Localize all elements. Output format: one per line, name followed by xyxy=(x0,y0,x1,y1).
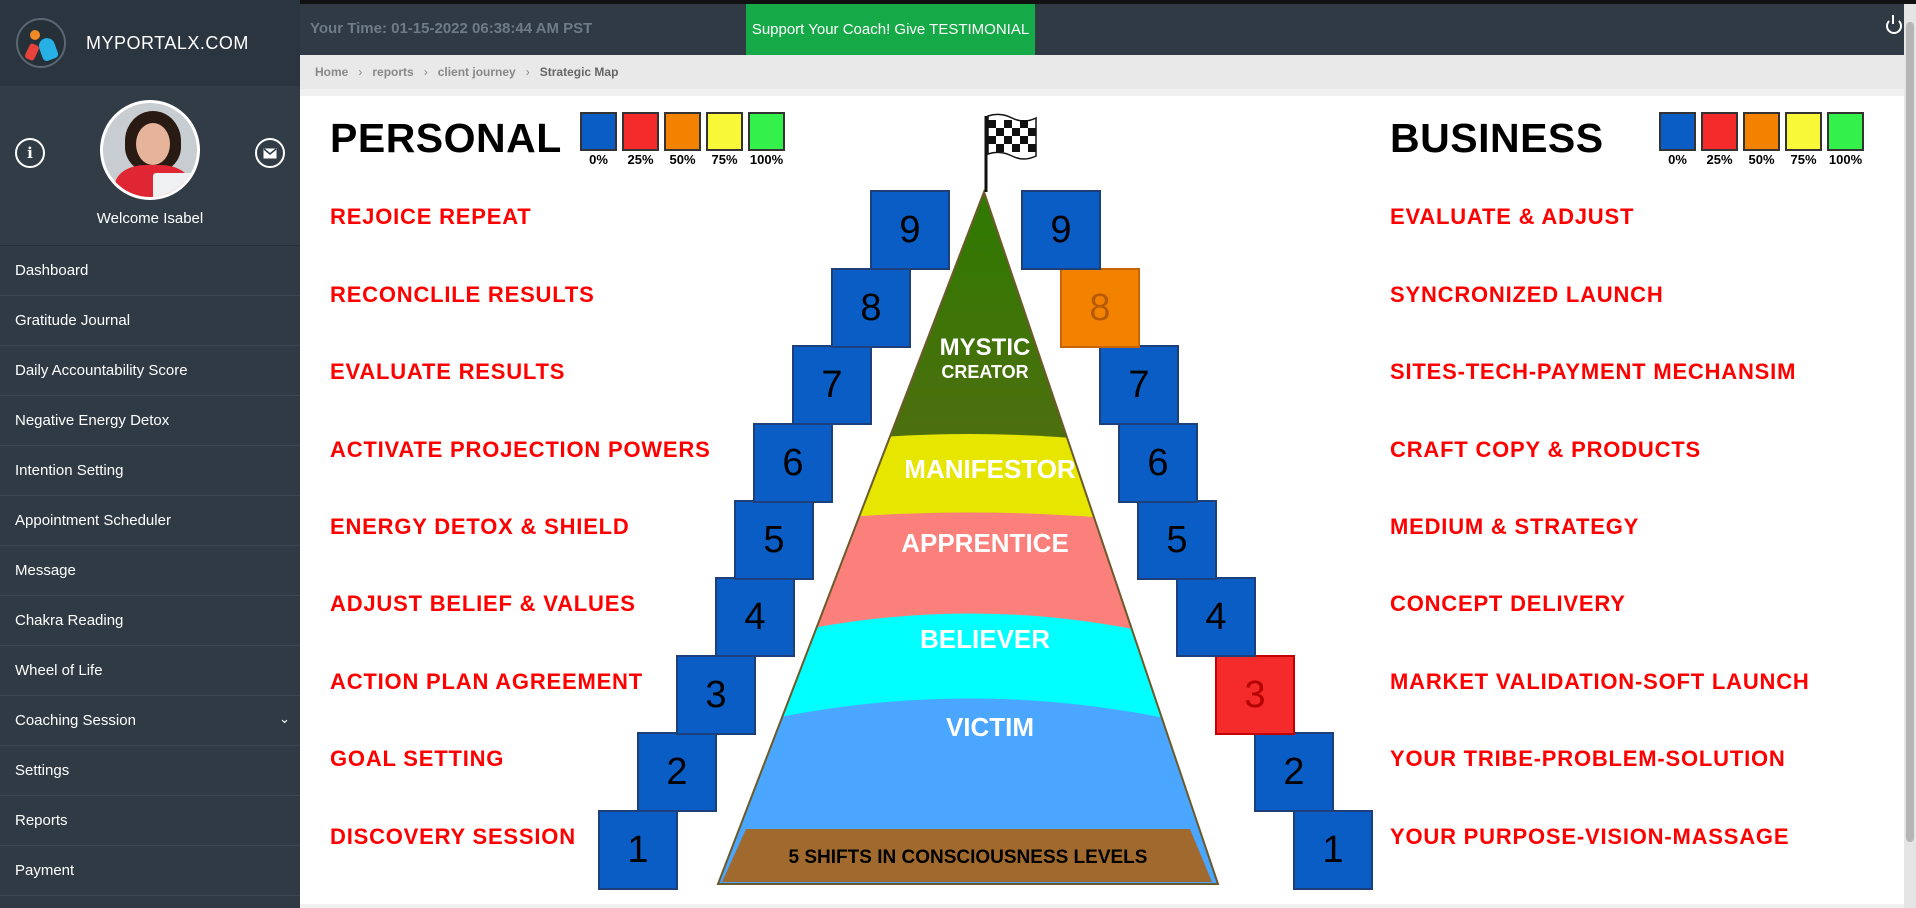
business-step-label: CONCEPT DELIVERY xyxy=(1390,591,1626,616)
business-step-label: MEDIUM & STRATEGY xyxy=(1390,514,1640,539)
testimonial-button[interactable]: Support Your Coach! Give TESTIMONIAL xyxy=(746,4,1035,55)
sidebar-item-message[interactable]: Message xyxy=(0,546,300,596)
sidebar-item-chakra-reading[interactable]: Chakra Reading xyxy=(0,596,300,646)
business-step-box[interactable]: 1 xyxy=(1293,810,1373,890)
personal-step-label: REJOICE REPEAT xyxy=(330,204,532,229)
avatar xyxy=(100,100,200,200)
personal-step-box[interactable]: 6 xyxy=(753,423,833,503)
breadcrumb-separator-icon: › xyxy=(423,65,428,79)
business-step-label: EVALUATE & ADJUST xyxy=(1390,204,1635,229)
business-step-label: CRAFT COPY & PRODUCTS xyxy=(1390,437,1701,462)
personal-step-label: RECONCLILE RESULTS xyxy=(330,282,595,307)
sidebar-item-negative-energy-detox[interactable]: Negative Energy Detox xyxy=(0,396,300,446)
level-apprentice: APPRENTICE xyxy=(901,528,1069,558)
business-step-label: SITES-TECH-PAYMENT MECHANSIM xyxy=(1390,359,1797,384)
business-step-box[interactable]: 8 xyxy=(1060,268,1140,348)
level-manifestor: MANIFESTOR xyxy=(904,454,1076,484)
sidebar-item-appointment-scheduler[interactable]: Appointment Scheduler xyxy=(0,496,300,546)
top-bar: Your Time: 01-15-2022 06:38:44 AM PST Su… xyxy=(300,4,1916,55)
personal-step-box[interactable]: 5 xyxy=(734,500,814,580)
sidebar-item-dashboard[interactable]: Dashboard xyxy=(0,246,300,296)
breadcrumb-client-journey[interactable]: client journey xyxy=(438,65,516,79)
sidebar-item-wheel-of-life[interactable]: Wheel of Life xyxy=(0,646,300,696)
chevron-down-icon: ⌄ xyxy=(279,711,290,726)
mail-icon[interactable] xyxy=(255,138,285,168)
power-icon[interactable] xyxy=(1886,15,1902,34)
scrollbar-thumb[interactable] xyxy=(1906,22,1914,842)
sidebar-item-daily-accountability-score[interactable]: Daily Accountability Score xyxy=(0,346,300,396)
level-believer: BELIEVER xyxy=(919,624,1051,654)
strategic-map: PERSONAL 0% 25% 50% 75% 100% BUSINESS 0% 25% 5… xyxy=(300,96,1904,904)
business-step-label: YOUR PURPOSE-VISION-MASSAGE xyxy=(1390,824,1790,849)
business-step-label: MARKET VALIDATION-SOFT LAUNCH xyxy=(1390,669,1810,694)
consciousness-pyramid xyxy=(716,113,1220,885)
business-step-box[interactable]: 4 xyxy=(1176,577,1256,657)
personal-step-box[interactable]: 3 xyxy=(676,655,756,735)
personal-step-label: EVALUATE RESULTS xyxy=(330,359,566,384)
breadcrumb-separator-icon: › xyxy=(525,65,530,79)
personal-step-box[interactable]: 2 xyxy=(637,732,717,812)
sidebar-item-gratitude-journal[interactable]: Gratitude Journal xyxy=(0,296,300,346)
checkered-flag-icon xyxy=(987,113,1037,160)
personal-step-label: DISCOVERY SESSION xyxy=(330,824,576,849)
info-icon[interactable]: i xyxy=(15,138,45,168)
personal-step-label: ACTION PLAN AGREEMENT xyxy=(330,669,643,694)
sidebar-item-payment[interactable]: Payment xyxy=(0,846,300,896)
sidebar-item-reports[interactable]: Reports xyxy=(0,796,300,846)
pyramid-base-label: 5 SHIFTS IN CONSCIOUSNESS LEVELS xyxy=(788,847,1148,868)
personal-step-box[interactable]: 4 xyxy=(715,577,795,657)
personal-step-label: ACTIVATE PROJECTION POWERS xyxy=(330,437,711,462)
sidebar-item-settings[interactable]: Settings xyxy=(0,746,300,796)
breadcrumb-separator-icon: › xyxy=(358,65,363,79)
breadcrumb-reports[interactable]: reports xyxy=(372,65,413,79)
business-step-label: SYNCRONIZED LAUNCH xyxy=(1390,282,1664,307)
page-scrollbar[interactable] xyxy=(1904,4,1916,908)
sidebar-item-intention-setting[interactable]: Intention Setting xyxy=(0,446,300,496)
welcome-text: Welcome Isabel xyxy=(96,210,204,227)
personal-step-label: GOAL SETTING xyxy=(330,746,505,771)
sidebar-item-coaching-session[interactable]: Coaching Session ⌄ xyxy=(0,696,300,746)
personal-step-box[interactable]: 9 xyxy=(870,190,950,270)
business-step-box[interactable]: 3 xyxy=(1215,655,1295,735)
personal-step-box[interactable]: 7 xyxy=(792,345,872,425)
logo-icon xyxy=(16,18,66,68)
personal-step-box[interactable]: 1 xyxy=(598,810,678,890)
business-step-label: YOUR TRIBE-PROBLEM-SOLUTION xyxy=(1390,746,1786,771)
level-mystic: MYSTIC xyxy=(939,334,1031,361)
business-step-box[interactable]: 2 xyxy=(1254,732,1334,812)
level-creator: CREATOR xyxy=(941,362,1029,382)
personal-step-label: ENERGY DETOX & SHIELD xyxy=(330,514,630,539)
brand-name: MYPORTALX.COM xyxy=(86,32,249,53)
level-victim: VICTIM xyxy=(945,712,1035,742)
breadcrumb-home[interactable]: Home xyxy=(315,65,348,79)
sidebar: MYPORTALX.COM i Welcome Isabel Dashboard… xyxy=(0,0,300,908)
personal-step-box[interactable]: 8 xyxy=(831,268,911,348)
sidebar-nav: Dashboard Gratitude Journal Daily Accoun… xyxy=(0,246,300,896)
local-time: Your Time: 01-15-2022 06:38:44 AM PST xyxy=(310,20,593,37)
business-step-box[interactable]: 5 xyxy=(1137,500,1217,580)
business-step-box[interactable]: 6 xyxy=(1118,423,1198,503)
brand[interactable]: MYPORTALX.COM xyxy=(0,0,300,86)
personal-step-label: ADJUST BELIEF & VALUES xyxy=(330,591,636,616)
breadcrumb: Home › reports › client journey › Strate… xyxy=(300,55,1904,89)
breadcrumb-current: Strategic Map xyxy=(539,65,619,79)
profile-panel: i Welcome Isabel xyxy=(0,86,300,246)
business-step-box[interactable]: 7 xyxy=(1099,345,1179,425)
business-step-box[interactable]: 9 xyxy=(1021,190,1101,270)
